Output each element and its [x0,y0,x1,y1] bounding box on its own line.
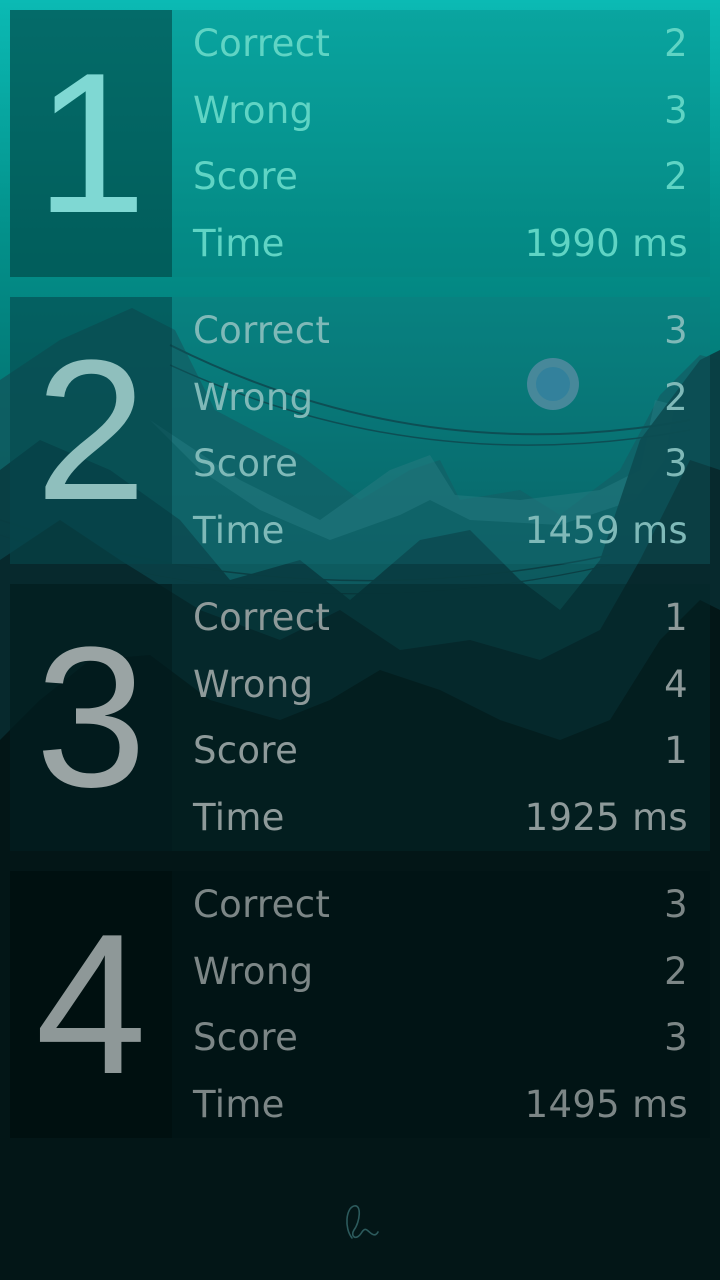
stat-row-score: Score 3 [193,1005,688,1072]
stat-row-time: Time 1459 ms [193,497,688,564]
round-number: 2 [10,297,172,564]
round-card-2: 2 Correct 3 Wrong 2 Score 3 Time 1459 ms [10,297,710,564]
stat-row-score: Score 1 [193,718,688,785]
stat-row-wrong: Wrong 2 [193,938,688,1005]
stat-label: Time [193,509,285,553]
stat-value: 3 [664,882,688,926]
stat-value: 1495 ms [524,1083,688,1127]
stat-value: 1 [664,595,688,639]
stat-value: 2 [664,375,688,419]
stat-label: Score [193,442,299,486]
stat-value: 1925 ms [524,796,688,840]
signature-logo-icon [346,1205,379,1239]
round-stats: Correct 3 Wrong 2 Score 3 Time 1495 ms [172,871,710,1138]
stat-value: 3 [664,308,688,352]
round-stats: Correct 2 Wrong 3 Score 2 Time 1990 ms [172,10,710,277]
stat-row-correct: Correct 2 [193,10,688,77]
stat-label: Wrong [193,949,314,993]
stat-label: Time [193,1083,285,1127]
stat-label: Score [193,729,299,773]
round-number: 1 [10,10,172,277]
stat-value: 2 [664,949,688,993]
stat-row-score: Score 3 [193,431,688,498]
stat-row-correct: Correct 3 [193,871,688,938]
stat-value: 3 [664,88,688,132]
stat-label: Correct [193,882,331,926]
stat-row-score: Score 2 [193,144,688,211]
round-number: 3 [10,584,172,851]
stat-label: Correct [193,595,331,639]
stat-label: Wrong [193,375,314,419]
stat-row-time: Time 1990 ms [193,210,688,277]
stat-label: Score [193,155,299,199]
stat-row-time: Time 1495 ms [193,1071,688,1138]
round-card-1: 1 Correct 2 Wrong 3 Score 2 Time 1990 ms [10,10,710,277]
stat-value: 4 [664,662,688,706]
stat-row-time: Time 1925 ms [193,784,688,851]
stat-row-wrong: Wrong 4 [193,651,688,718]
round-stats: Correct 1 Wrong 4 Score 1 Time 1925 ms [172,584,710,851]
stat-value: 3 [664,442,688,486]
stat-value: 1 [664,729,688,773]
stat-label: Wrong [193,662,314,706]
stat-label: Time [193,222,285,266]
stat-label: Correct [193,21,331,65]
stat-row-correct: Correct 1 [193,584,688,651]
stat-row-wrong: Wrong 3 [193,77,688,144]
round-card-3: 3 Correct 1 Wrong 4 Score 1 Time 1925 ms [10,584,710,851]
stat-row-correct: Correct 3 [193,297,688,364]
round-stats: Correct 3 Wrong 2 Score 3 Time 1459 ms [172,297,710,564]
stat-label: Correct [193,308,331,352]
stat-value: 2 [664,155,688,199]
stat-value: 2 [664,21,688,65]
stat-label: Score [193,1016,299,1060]
round-card-4: 4 Correct 3 Wrong 2 Score 3 Time 1495 ms [10,871,710,1138]
round-number: 4 [10,871,172,1138]
stat-value: 1459 ms [524,509,688,553]
stat-label: Time [193,796,285,840]
stat-value: 1990 ms [524,222,688,266]
stat-row-wrong: Wrong 2 [193,364,688,431]
stat-label: Wrong [193,88,314,132]
stat-value: 3 [664,1016,688,1060]
